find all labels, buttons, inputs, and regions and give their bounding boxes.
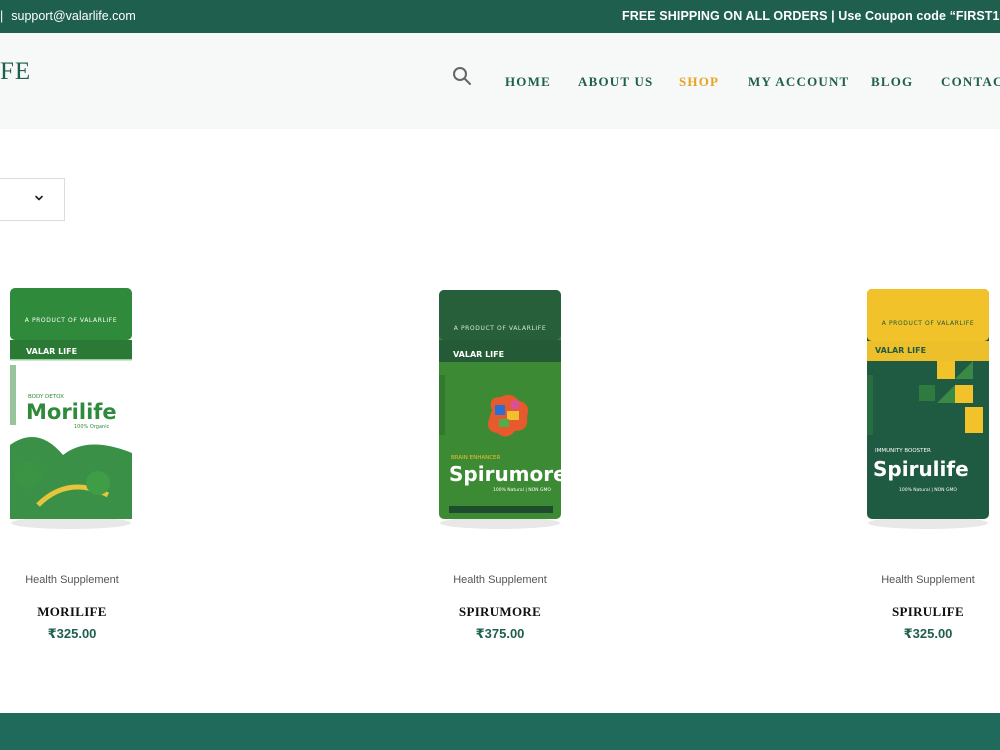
product-image-spirumore[interactable]: A PRODUCT OF VALARLIFE VALAR LIFE BRAIN … <box>437 285 563 535</box>
site-header: FE HOME ABOUT US SHOP MY ACCOUNT BLOG CO… <box>0 33 1000 129</box>
product-category: Health Supplement <box>25 574 119 586</box>
pack-subtitle: 100% Organic <box>74 424 110 430</box>
product-image-morilife[interactable]: A PRODUCT OF VALARLIFE VALAR LIFE BODY D… <box>8 285 134 535</box>
contact-info: | support@valarlife.com <box>0 9 136 23</box>
footer-bar <box>0 713 1000 750</box>
nav-my-account[interactable]: MY ACCOUNT <box>748 74 849 90</box>
nav-about-us[interactable]: ABOUT US <box>578 74 653 90</box>
announcement-bar: | support@valarlife.com FREE SHIPPING ON … <box>0 0 1000 33</box>
site-logo[interactable]: FE <box>0 58 31 86</box>
pack-title: Spirumore <box>449 462 563 486</box>
pack-brand: VALAR LIFE <box>453 350 504 359</box>
nav-blog[interactable]: BLOG <box>871 74 913 90</box>
pack-title: Spirulife <box>873 457 969 481</box>
pack-kicker: BRAIN ENHANCER <box>451 455 501 461</box>
chevron-down-icon <box>35 195 43 201</box>
product-category: Health Supplement <box>881 574 975 586</box>
product-category: Health Supplement <box>453 574 547 586</box>
nav-home[interactable]: HOME <box>505 74 551 90</box>
sort-select[interactable] <box>0 178 65 221</box>
product-price: ₹325.00 <box>47 626 97 641</box>
product-name[interactable]: MORILIFE <box>0 604 182 620</box>
nav-contact[interactable]: CONTACT <box>941 74 1000 90</box>
product-image-spirulife[interactable]: A PRODUCT OF VALARLIFE VALAR LIFE IMMUNI… <box>865 285 991 535</box>
pack-subtitle: 100% Natural | NON GMO <box>493 487 551 493</box>
pack-tagline: A PRODUCT OF VALARLIFE <box>25 317 118 324</box>
product-name[interactable]: SPIRULIFE <box>818 604 1000 620</box>
support-email[interactable]: support@valarlife.com <box>11 9 136 23</box>
pack-tagline: A PRODUCT OF VALARLIFE <box>454 325 547 332</box>
product-price: ₹375.00 <box>475 626 525 641</box>
product-name[interactable]: SPIRUMORE <box>390 604 610 620</box>
pack-title: Morilife <box>26 400 117 424</box>
pack-tagline: A PRODUCT OF VALARLIFE <box>882 320 975 327</box>
pack-brand: VALAR LIFE <box>26 347 77 356</box>
pack-brand: VALAR LIFE <box>875 346 926 355</box>
nav-shop[interactable]: SHOP <box>679 74 719 90</box>
pack-subtitle: 100% Natural | NON GMO <box>899 487 957 493</box>
shipping-promo: FREE SHIPPING ON ALL ORDERS | Use Coupon… <box>622 9 1000 23</box>
search-icon[interactable] <box>452 66 472 86</box>
product-price: ₹325.00 <box>903 626 953 641</box>
pack-kicker: IMMUNITY BOOSTER <box>875 448 931 454</box>
separator: | <box>0 9 4 23</box>
